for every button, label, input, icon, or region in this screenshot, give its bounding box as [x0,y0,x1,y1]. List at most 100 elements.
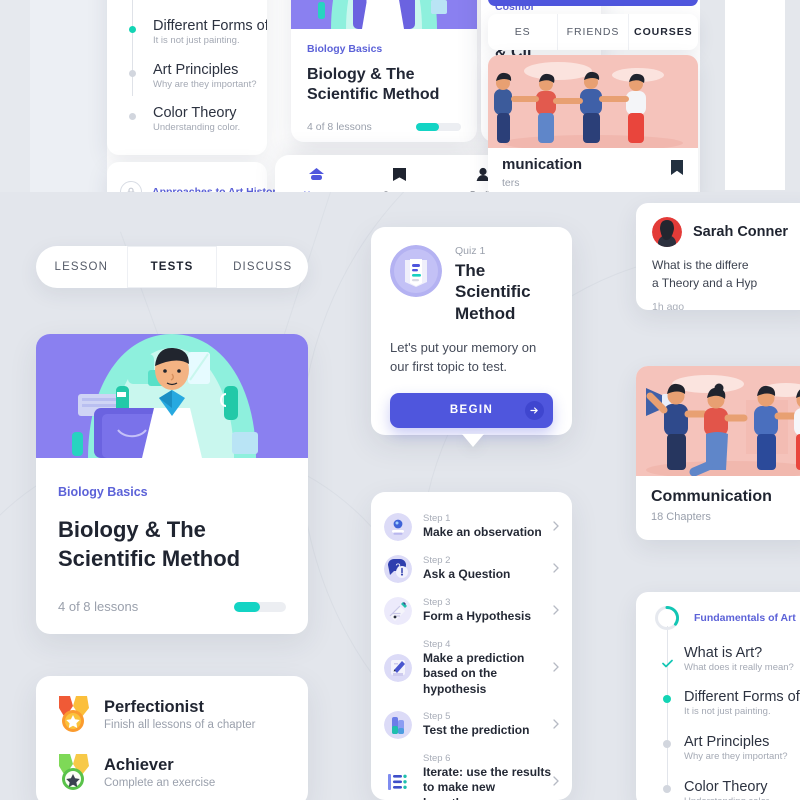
step-label: Form a Hypothesis [423,609,532,624]
check-icon [662,655,673,668]
mini-tab-courses[interactable]: COURSES [629,14,698,50]
medal-green-icon [59,754,89,790]
timeline-dot-idle [129,70,136,77]
art-lesson-name: Color Theory [684,779,768,795]
mini-lesson-subtitle: It is not just painting. [153,35,240,46]
strip-left-pane [30,0,107,200]
step-number: Step 1 [423,513,451,525]
begin-button[interactable]: BEGIN [390,392,553,428]
top-blue-bar [488,0,698,6]
mini-lesson-item[interactable]: Color Theory Understanding color. [153,105,240,133]
home-icon [309,168,325,180]
mini-tab-friends[interactable]: FRIENDS [558,14,629,50]
timeline-rail [667,626,668,786]
badge-item[interactable]: Perfectionist Finish all lessons of a ch… [56,694,288,734]
step-label: Iterate: use the results to make new hyp… [423,765,552,800]
timeline-dot-idle [663,740,671,748]
step-number: Step 3 [423,597,451,609]
art-lesson-name: Different Forms of [684,689,800,705]
book-icon [393,168,407,181]
chevron-right-icon [553,560,559,578]
chevron-right-icon [553,716,559,734]
step-item[interactable]: ? Step 2 Ask a Question [371,548,572,590]
segmented-tab-bar: LESSON TESTS DISCUSS [36,246,308,288]
progress-ring-icon [654,605,680,631]
people-walking-illustration [488,55,698,148]
course-lessons-count: 4 of 8 lessons [58,599,139,615]
step-item[interactable]: Step 1 Make an observation [371,506,572,548]
timeline-rail [132,0,133,96]
question-card[interactable]: Sarah Conner What is the differe a Theor… [636,203,800,310]
communication-card[interactable]: Communication 18 Chapters [636,366,800,540]
tab-discuss[interactable]: DISCUSS [217,246,308,288]
art-lesson-item[interactable]: Color Theory Understanding color. [684,779,771,800]
question-line1: What is the differe [652,258,749,272]
question-text: What is the differe a Theory and a Hyp [652,256,800,292]
step-item[interactable]: Step 6 Iterate: use the results to make … [371,746,572,800]
step-label: Test the prediction [423,723,530,738]
mini-lesson-subtitle: Understanding color. [153,122,241,133]
step-number: Step 4 [423,639,451,650]
course-progress-bar [234,601,286,612]
art-lesson-desc: Why are they important? [684,751,788,762]
mini-card-kicker: Biology Basics [307,43,383,55]
strip-left-bg [0,0,30,200]
mini-lesson-title: Different Forms of [153,18,267,34]
art-lesson-item[interactable]: Art Principles Why are they important? [684,734,788,762]
bookmark-icon[interactable] [670,159,684,181]
mini-lesson-title: Color Theory [153,105,237,121]
chevron-right-icon [553,518,559,536]
mini-tab-bar: ES FRIENDS COURSES [488,14,698,50]
quiz-description: Let's put your memory on our first topic… [390,339,537,375]
course-title-line2: Scientific Method [58,546,241,572]
timeline-dot-active [663,695,671,703]
mini-progress-bar [416,123,461,131]
test-tube-icon [384,711,412,740]
step-number: Step 5 [423,711,451,723]
mini-course-chapters: ters [502,177,520,189]
arrow-right-icon [525,400,544,420]
badge-desc: Finish all lessons of a chapter [104,718,256,731]
tab-tests[interactable]: TESTS [127,246,218,288]
mini-lesson-subtitle: Why are they important? [153,79,257,90]
chevron-right-icon [553,659,559,677]
art-card-title: Fundamentals of Art [694,612,796,624]
tab-lesson[interactable]: LESSON [36,246,127,288]
checklist-icon [384,768,412,796]
mini-tab-es[interactable]: ES [488,14,559,50]
quiz-card: Quiz 1 The Scientific Method Let's put y… [371,227,572,435]
mini-lesson-item[interactable]: Art Principles Why are they important? [153,62,257,90]
chevron-right-icon [553,602,559,620]
mini-course-name: munication [502,156,583,173]
art-lesson-desc: What does it really mean? [684,662,794,673]
avatar [652,217,682,247]
timeline-dot-active [129,26,136,33]
art-lesson-item[interactable]: What is Art? What does it really mean? [684,645,794,673]
step-label: Make a prediction based on the hypothesi… [423,651,525,696]
background-mockups-strip: Different Forms of It is not just painti… [0,0,800,200]
begin-button-label: BEGIN [449,404,494,417]
step-item[interactable]: Step 4 Make a prediction based on the hy… [371,632,572,704]
mini-lesson-list-card: Different Forms of It is not just painti… [107,0,267,155]
quiz-bubble-tail [462,434,484,447]
badge-desc: Complete an exercise [104,776,216,789]
question-author: Sarah Conner [693,224,789,240]
step-item[interactable]: Step 5 Test the prediction [371,704,572,746]
question-bubble-icon: ? [384,555,412,583]
mini-course-card[interactable]: Biology Basics Biology & The Scientific … [291,0,477,142]
course-title: Biology & The Scientific Method [58,515,286,573]
course-card[interactable]: Biology Basics Biology & The Scientific … [36,334,308,634]
chevron-right-icon [553,773,559,791]
badge-item[interactable]: Achiever Complete an exercise [56,752,288,792]
people-walking-illustration [636,366,800,476]
mini-communication-card[interactable]: munication ters [488,55,698,200]
step-item[interactable]: Step 3 Form a Hypothesis [371,590,572,632]
quiz-document-icon [390,245,442,297]
mini-lesson-item[interactable]: Different Forms of It is not just painti… [153,18,267,46]
timeline-dot-idle [663,785,671,793]
art-lesson-desc: Understanding color. [684,796,771,800]
medal-orange-icon [59,696,89,732]
badges-card: Perfectionist Finish all lessons of a ch… [36,676,308,800]
mini-lesson-title: Art Principles [153,62,239,78]
art-lesson-item[interactable]: Different Forms of It is not just painti… [684,689,800,717]
